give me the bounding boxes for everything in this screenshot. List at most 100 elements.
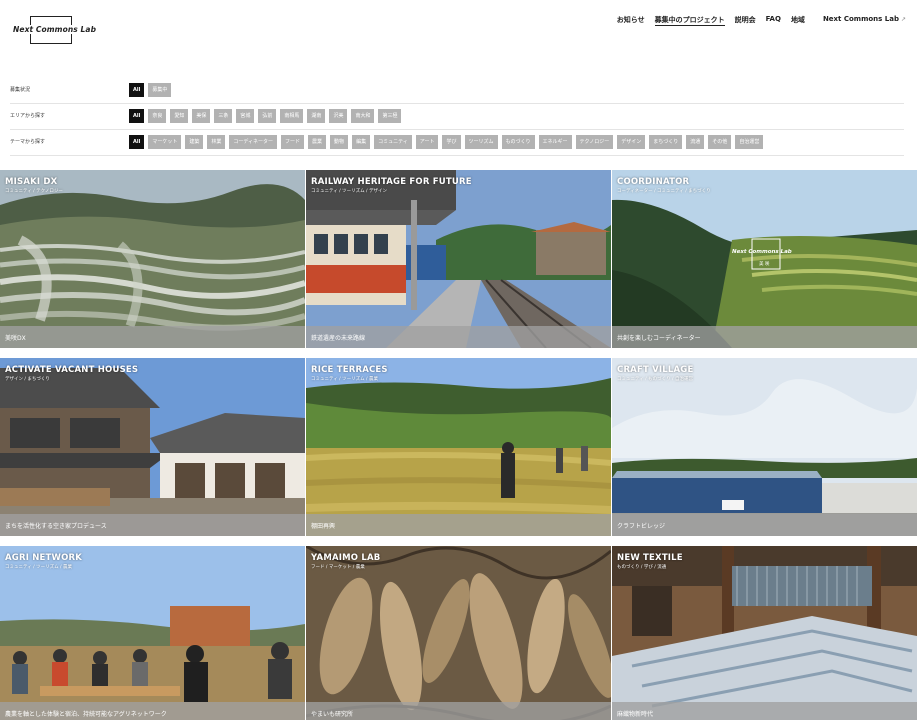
stamp-frame [751,238,781,270]
project-card[interactable]: AGRI NETWORK コミュニティ / ツーリズム / 農業 農業を軸とした… [0,546,305,720]
filter-row-area: エリアから探す All 奈良 愛知 美保 三条 宮城 弘前 南相馬 湖南 沢美 … [10,104,904,130]
project-tags: フード / マーケット / 農業 [311,565,365,570]
nav-external-label: Next Commons Lab [822,15,899,23]
project-caption: やまいも研究所 [311,711,354,718]
filter-row-theme: テーマから探す All マーケット 建築 林業 コーディネーター フード 農業 … [10,130,904,156]
main-nav: お知らせ 募集中のプロジェクト 説明会 FAQ 地域 Next Commons … [617,15,906,26]
project-tags: コミュニティ / ツーリズム / 農業 [5,565,72,570]
project-title: CRAFT VILLAGE [617,365,694,375]
filter-row-status: 募集状況 All 募集中 [10,78,904,104]
area-tag[interactable]: 第三極 [378,109,402,123]
project-title: NEW TEXTILE [617,553,683,563]
filter-label-area: エリアから探す [10,113,46,119]
caption-bar [0,326,305,348]
project-photo [306,358,611,536]
stamp-subtext: 美 咲 [759,262,770,267]
theme-tag[interactable]: コミュニティ [374,135,412,149]
area-tag[interactable]: 弘前 [258,109,277,123]
theme-tag[interactable]: まちづくり [649,135,683,149]
area-tag[interactable]: 南大和 [351,109,375,123]
project-tags: コミュニティ / ツーリズム / デザイン [311,189,387,194]
logo-text: Next Commons Lab [12,25,98,34]
theme-tag[interactable]: 学び [442,135,461,149]
theme-tag[interactable]: 流通 [686,135,705,149]
theme-tag[interactable]: All [129,135,145,149]
area-tag[interactable]: 沢美 [329,109,348,123]
project-caption: 共創を楽しむコーディネーター [617,335,701,342]
project-photo [0,170,305,348]
coordinator-stamp: Next Commons Lab 美 咲 [730,238,800,278]
theme-tag[interactable]: ツーリズム [464,135,498,149]
caption-bar [306,514,611,536]
theme-tag[interactable]: 農業 [308,135,327,149]
theme-tag[interactable]: コーディネーター [229,135,278,149]
area-tag[interactable]: 宮城 [236,109,255,123]
area-tag[interactable]: 湖南 [307,109,326,123]
nav-news[interactable]: お知らせ [617,15,645,26]
project-caption: 鉄道遺産の未来路線 [311,335,366,342]
project-tags: デザイン / まちづくり [5,377,50,382]
project-tags: コミュニティ / ものづくり / 自治運営 [617,377,693,382]
project-card[interactable]: CRAFT VILLAGE コミュニティ / ものづくり / 自治運営 クラフト… [612,358,917,536]
project-tags: コミュニティ / テクノロジー [5,189,63,194]
project-photo [306,170,611,348]
project-title: RAILWAY HERITAGE FOR FUTURE [311,177,472,187]
theme-tag[interactable]: 自治運営 [735,135,764,149]
area-tag[interactable]: All [129,109,145,123]
project-title: RICE TERRACES [311,365,388,375]
theme-tag[interactable]: 動物 [330,135,349,149]
project-caption: 美咲DX [5,335,26,342]
filter-label-status: 募集状況 [10,87,31,93]
site-header: Next Commons Lab お知らせ 募集中のプロジェクト 説明会 FAQ… [0,0,918,60]
theme-tag[interactable]: テクノロジー [575,135,614,149]
project-card[interactable]: ACTIVATE VACANT HOUSES デザイン / まちづくり まちを活… [0,358,305,536]
theme-tag[interactable]: その他 [708,135,732,149]
theme-tag[interactable]: アート [415,135,439,149]
project-photo [0,546,305,720]
area-tag[interactable]: 奈良 [148,109,167,123]
site-logo[interactable]: Next Commons Lab [12,16,98,44]
area-tag[interactable]: 南相馬 [280,109,304,123]
filter-label-theme: テーマから探す [10,139,46,145]
project-caption: 麻織物新時代 [617,711,654,718]
status-tag-all[interactable]: All [129,83,145,97]
nav-external-link[interactable]: Next Commons Lab ↗ [823,15,906,26]
status-tag-open[interactable]: 募集中 [148,83,172,97]
project-photo [0,358,305,536]
status-tags: All 募集中 [129,83,172,97]
project-photo [612,546,917,720]
project-photo [612,358,917,536]
area-tag[interactable]: 愛知 [170,109,189,123]
theme-tag[interactable]: マーケット [148,135,182,149]
project-card[interactable]: Next Commons Lab 美 咲 COORDINATOR コーディネータ… [612,170,917,348]
project-card[interactable]: YAMAIMO LAB フード / マーケット / 農業 やまいも研究所 [306,546,611,720]
project-card[interactable]: RICE TERRACES コミュニティ / ツーリズム / 農業 棚田再興 [306,358,611,536]
stamp-text: Next Commons Lab [732,249,792,255]
project-title: MISAKI DX [5,177,58,187]
area-tag[interactable]: 三条 [214,109,233,123]
theme-tag[interactable]: 建築 [185,135,204,149]
theme-tag[interactable]: 林業 [207,135,226,149]
theme-tag[interactable]: エネルギー [538,135,572,149]
project-title: ACTIVATE VACANT HOUSES [5,365,139,375]
area-tag[interactable]: 美保 [192,109,211,123]
nav-faq[interactable]: FAQ [766,15,781,26]
theme-tag[interactable]: デザイン [617,135,646,149]
caption-bar [612,702,917,720]
project-tags: コミュニティ / ツーリズム / 農業 [311,377,378,382]
project-card[interactable]: RAILWAY HERITAGE FOR FUTURE コミュニティ / ツーリ… [306,170,611,348]
project-title: YAMAIMO LAB [311,553,381,563]
nav-briefing[interactable]: 説明会 [735,15,756,26]
project-card[interactable]: NEW TEXTILE ものづくり / 学び / 流通 麻織物新時代 [612,546,917,720]
project-card[interactable]: MISAKI DX コミュニティ / テクノロジー 美咲DX [0,170,305,348]
project-caption: 農業を軸とした体験と宿泊、持続可能なアグリネットワーク [5,711,167,718]
theme-tag[interactable]: 編集 [352,135,371,149]
project-tags: コーディネーター / コミュニティ / まちづくり [617,189,711,194]
area-tags: All 奈良 愛知 美保 三条 宮城 弘前 南相馬 湖南 沢美 南大和 第三極 [129,109,402,123]
theme-tag[interactable]: フード [281,135,305,149]
nav-regions[interactable]: 地域 [791,15,805,26]
project-title: AGRI NETWORK [5,553,83,563]
nav-projects[interactable]: 募集中のプロジェクト [654,15,725,26]
theme-tag[interactable]: ものづくり [501,135,535,149]
external-link-icon: ↗ [900,16,906,23]
